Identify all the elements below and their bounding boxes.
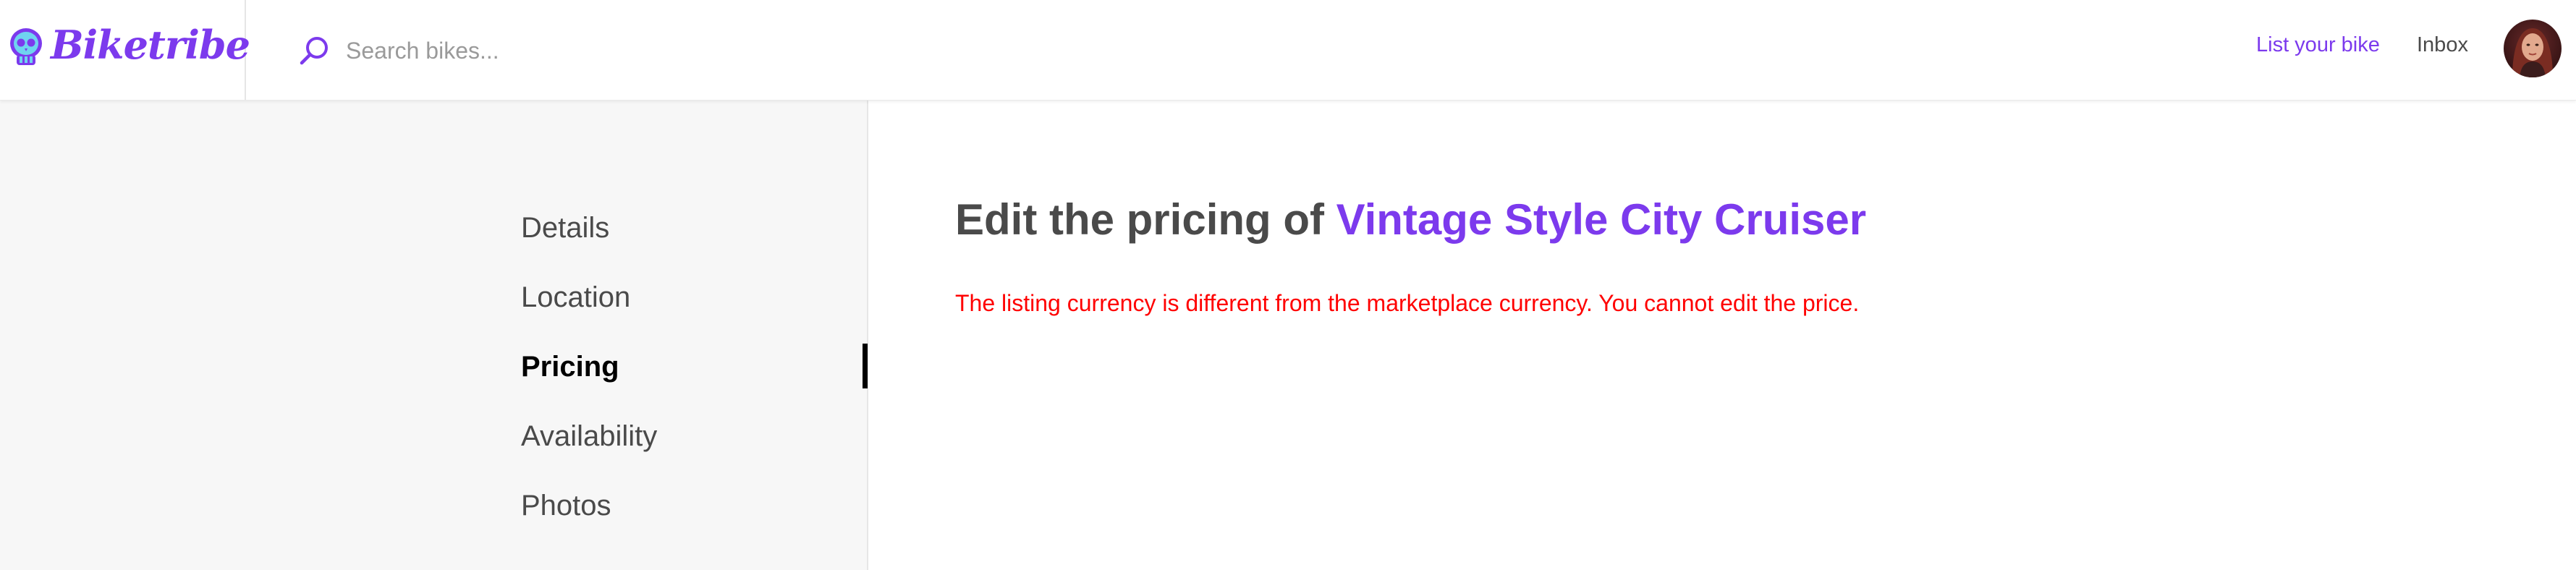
brand-name: Biketribe [51,22,250,68]
skull-logo-icon [10,28,42,65]
logo-link[interactable]: Biketribe [0,0,250,100]
listing-edit-sidebar: Details Location Pricing Availability Ph… [0,101,868,570]
listing-name: Vintage Style City Cruiser [1336,195,1867,244]
sidebar-item-photos[interactable]: Photos [521,490,611,522]
search-bar [297,29,852,72]
top-bar: Biketribe List your bike Inbox [0,0,2576,101]
user-avatar[interactable] [2504,20,2562,77]
sidebar-item-location[interactable]: Location [521,281,630,314]
currency-error-message: The listing currency is different from t… [955,290,1860,316]
title-prefix: Edit the pricing of [955,195,1324,244]
search-icon[interactable] [297,33,331,68]
inbox-link[interactable]: Inbox [2417,33,2468,57]
avatar-image [2504,20,2562,77]
sidebar-item-details[interactable]: Details [521,212,609,244]
page-title: Edit the pricing of Vintage Style City C… [955,195,1866,244]
active-tab-indicator [863,344,868,388]
sidebar-item-pricing[interactable]: Pricing [521,351,619,383]
sidebar-item-availability[interactable]: Availability [521,420,657,453]
list-your-bike-link[interactable]: List your bike [2256,33,2380,57]
search-input[interactable] [346,37,852,64]
